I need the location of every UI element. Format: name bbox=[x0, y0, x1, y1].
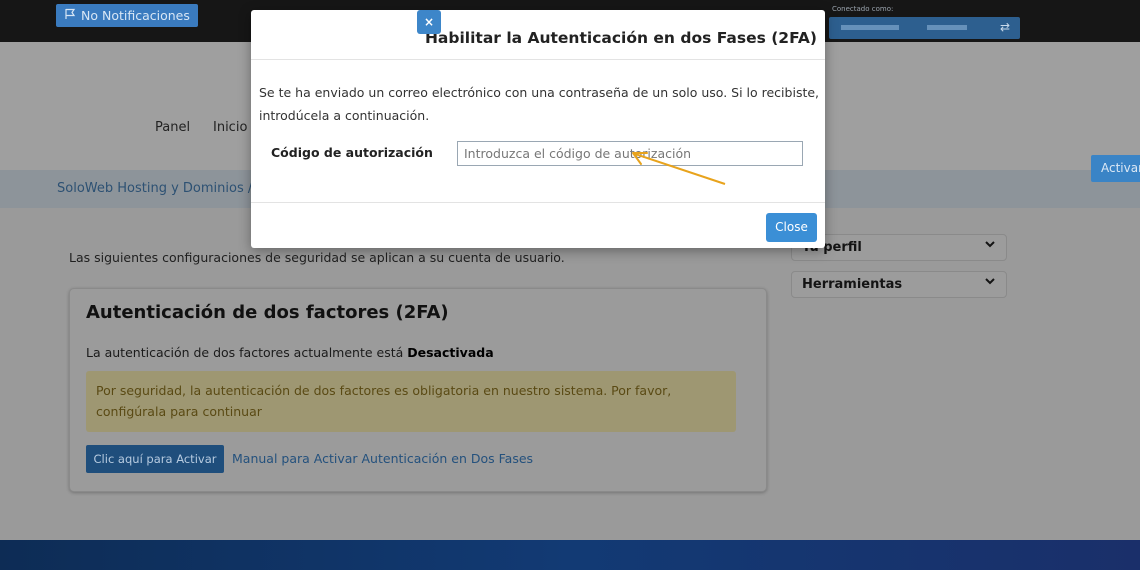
security-intro-text: Las siguientes configuraciones de seguri… bbox=[69, 250, 565, 265]
user-box[interactable]: ⇄ bbox=[829, 17, 1020, 39]
manual-link[interactable]: Manual para Activar Autenticación en Dos… bbox=[232, 451, 533, 466]
status-prefix: La autenticación de dos factores actualm… bbox=[86, 345, 408, 360]
close-button[interactable]: Close bbox=[766, 213, 817, 242]
chevron-down-icon bbox=[984, 275, 996, 291]
annotation-arrow-icon bbox=[632, 152, 726, 185]
activate-2fa-button[interactable]: Clic aquí para Activar bbox=[86, 445, 224, 473]
chevron-down-icon bbox=[984, 238, 996, 254]
nav-item-inicio[interactable]: Inicio bbox=[213, 120, 247, 135]
close-icon[interactable]: × bbox=[417, 10, 441, 34]
notifications-label: No Notificaciones bbox=[81, 8, 190, 23]
enable-2fa-modal: Habilitar la Autenticación en dos Fases … bbox=[251, 10, 825, 248]
code-label: Código de autorización bbox=[271, 145, 433, 160]
sidebar-tools-panel[interactable]: Herramientas bbox=[791, 271, 1007, 298]
modal-title: Habilitar la Autenticación en dos Fases … bbox=[424, 29, 817, 47]
connected-as-label: Conectado como: bbox=[832, 5, 894, 13]
switch-account-icon[interactable]: ⇄ bbox=[1000, 20, 1010, 34]
modal-instructions: Se te ha enviado un correo electrónico c… bbox=[259, 85, 820, 123]
modal-footer-divider bbox=[251, 202, 825, 203]
modal-header: Habilitar la Autenticación en dos Fases … bbox=[251, 10, 825, 60]
tools-label: Herramientas bbox=[802, 277, 903, 292]
two-factor-card: Autenticación de dos factores (2FA) La a… bbox=[69, 288, 767, 492]
breadcrumb[interactable]: SoloWeb Hosting y Dominios / bbox=[57, 181, 252, 196]
flag-icon bbox=[64, 4, 76, 27]
status-value: Desactivada bbox=[407, 345, 494, 360]
activar-side-tab[interactable]: Activar bbox=[1091, 155, 1140, 182]
notifications-button[interactable]: No Notificaciones bbox=[56, 4, 198, 27]
footer bbox=[0, 540, 1140, 570]
two-factor-status: La autenticación de dos factores actualm… bbox=[86, 345, 494, 360]
nav-item-panel[interactable]: Panel bbox=[155, 120, 190, 135]
card-title: Autenticación de dos factores (2FA) bbox=[86, 302, 449, 323]
warning-alert: Por seguridad, la autenticación de dos f… bbox=[86, 371, 736, 432]
